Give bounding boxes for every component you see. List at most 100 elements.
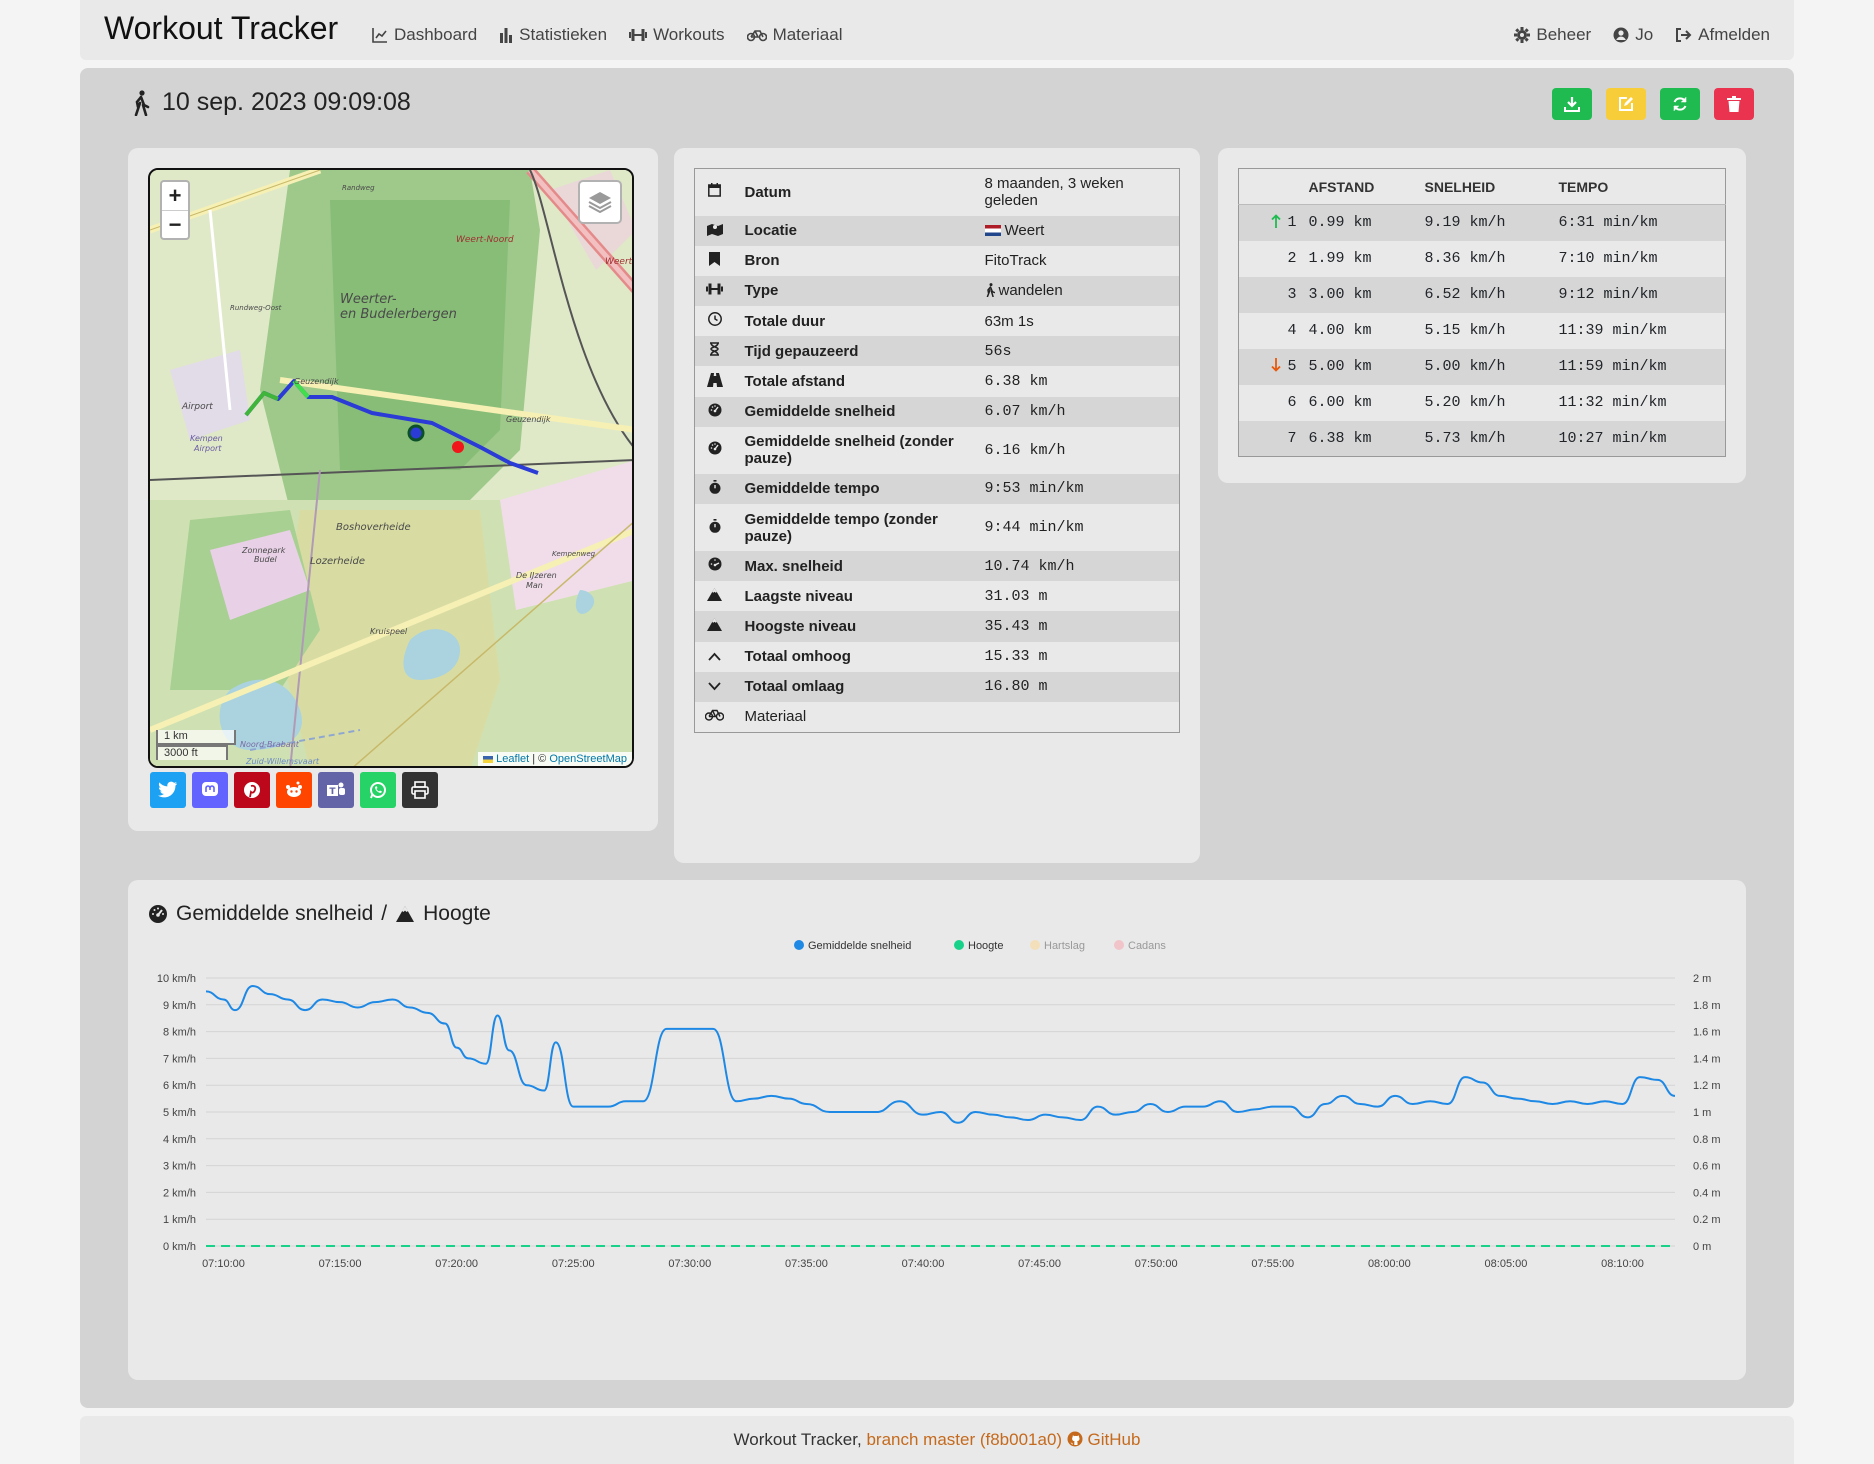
legend-marker <box>1114 940 1124 950</box>
lap-dist: 5.00 km <box>1308 358 1372 375</box>
detail-label: Materiaal <box>744 708 807 726</box>
netherlands-flag-icon <box>984 225 1001 237</box>
lap-tempo: 11:32 min/km <box>1558 394 1667 411</box>
nav-beheer[interactable]: Beheer <box>1514 25 1591 45</box>
osm-link[interactable]: OpenStreetMap <box>549 753 627 765</box>
detail-icon-cell <box>695 306 735 336</box>
x-tick-label: 07:20:00 <box>435 1258 478 1270</box>
detail-value-text: 16.80 m <box>984 678 1048 696</box>
detail-value-text: 6.07 km/h <box>984 403 1066 421</box>
download-button[interactable] <box>1552 88 1592 120</box>
footer-github-link[interactable]: GitHub <box>1067 1430 1140 1449</box>
detail-row: Locatie Weert <box>694 215 1180 246</box>
detail-label: Bron <box>744 252 780 270</box>
refresh-icon <box>1672 96 1688 112</box>
share-pinterest-button[interactable] <box>234 772 270 808</box>
detail-value <box>975 702 1180 732</box>
leaflet-link[interactable]: Leaflet <box>496 753 529 765</box>
y-right-tick-label: 1.4 m <box>1693 1053 1721 1065</box>
map-label: Kruispeel <box>370 627 408 636</box>
nav-statistieken[interactable]: Statistieken <box>499 25 607 45</box>
laps-header-row: AFSTAND SNELHEID TEMPO <box>1238 168 1726 205</box>
detail-icon-cell <box>695 504 735 551</box>
zoom-in-button[interactable]: + <box>162 182 188 210</box>
lap-dist: 6.38 km <box>1308 429 1372 447</box>
speed-height-chart[interactable]: 0 km/h 1 km/h 2 km/h 3 km/h 4 km/h 5 km/h 6 km… <box>128 880 1746 1380</box>
zoom-out-button[interactable]: − <box>162 210 188 238</box>
clock-icon <box>707 312 722 327</box>
lap-dist: 0.99 km <box>1308 214 1372 232</box>
y-left-tick-label: 1 km/h <box>163 1214 196 1226</box>
footer-branch-link[interactable]: branch master (f8b001a0) <box>866 1430 1062 1449</box>
x-tick-label: 07:45:00 <box>1018 1258 1061 1270</box>
detail-value-text: Weert <box>1004 222 1045 240</box>
map-label: De IJzeren <box>516 571 557 580</box>
map-label: Boshoverheide <box>336 522 411 533</box>
nav-afmelden[interactable]: Afmelden <box>1675 25 1770 45</box>
walking-icon <box>132 89 150 116</box>
road-icon <box>706 372 723 387</box>
x-tick-label: 08:10:00 <box>1601 1258 1644 1270</box>
map-label: en Budelerbergen <box>340 307 457 322</box>
route-map[interactable]: Weerter- en Budelerbergen Weert-Noord We… <box>148 168 634 768</box>
detail-row: Datum 8 maanden, 3 weken geleden <box>695 169 1180 216</box>
nav-workouts[interactable]: Workouts <box>629 25 725 45</box>
share-twitter-button[interactable] <box>150 772 186 808</box>
legend-label: Cadans <box>1128 940 1166 952</box>
nav-user[interactable]: Jo <box>1613 25 1653 45</box>
detail-value-text: 9:44 min/km <box>984 519 1084 536</box>
detail-value: 63m 1s <box>975 306 1180 336</box>
detail-value: wandelen <box>975 276 1180 306</box>
laps-table: AFSTAND SNELHEID TEMPO 1 0.99 km 9.19 km/h… <box>1238 168 1726 457</box>
map-label: Rundweg-Oost <box>230 304 282 312</box>
y-left-tick-label: 9 km/h <box>163 1000 196 1012</box>
legend-label: Gemiddelde snelheid <box>808 940 911 952</box>
gauge-icon <box>708 403 722 417</box>
map-label: Airport <box>181 402 213 412</box>
legend-marker <box>1030 940 1040 950</box>
detail-icon-cell <box>695 702 735 732</box>
arrow-up-icon <box>1271 214 1282 229</box>
lap-row: 1 0.99 km 9.19 km/h 6:31 min/km <box>1238 204 1726 241</box>
detail-value-text: 10.74 km/h <box>984 557 1075 575</box>
detail-row: Max. snelheid 10.74 km/h <box>694 551 1180 582</box>
nav-materiaal[interactable]: Materiaal <box>746 25 842 45</box>
detail-value: 6.38 km <box>975 366 1180 396</box>
workout-title-row: 10 sep. 2023 09:09:08 <box>132 88 411 117</box>
y-left-tick-label: 2 km/h <box>163 1187 196 1199</box>
share-buttons: T <box>150 772 438 808</box>
share-mastodon-button[interactable] <box>192 772 228 808</box>
workout-panel: 10 sep. 2023 09:09:08 Weerter- en Budele… <box>80 68 1794 1408</box>
lap-number-cell: 2 <box>1239 241 1309 277</box>
map-tiles: Weerter- en Budelerbergen Weert-Noord We… <box>150 170 632 766</box>
x-tick-label: 07:25:00 <box>552 1258 595 1270</box>
detail-value-text: 6.38 km <box>984 373 1048 391</box>
share-whatsapp-button[interactable] <box>360 772 396 808</box>
lap-row: 3 3.00 km 6.52 km/h 9:12 min/km <box>1238 276 1726 313</box>
layers-button[interactable] <box>578 180 622 224</box>
detail-value: 6.16 km/h <box>975 427 1180 474</box>
delete-button[interactable] <box>1714 88 1754 120</box>
laps-card: AFSTAND SNELHEID TEMPO 1 0.99 km 9.19 km/h… <box>1218 148 1746 483</box>
brand-title[interactable]: Workout Tracker <box>104 10 338 47</box>
refresh-button[interactable] <box>1660 88 1700 120</box>
legend-label: Hartslag <box>1044 940 1085 952</box>
y-left-tick-label: 4 km/h <box>163 1134 196 1146</box>
x-tick-label: 08:05:00 <box>1485 1258 1528 1270</box>
chevron-down-icon <box>708 682 721 691</box>
pinterest-icon <box>243 781 261 799</box>
print-button[interactable] <box>402 772 438 808</box>
lap-number: 6 <box>1287 394 1297 411</box>
ukraine-flag-icon <box>483 755 494 763</box>
map-label: Kempen <box>190 434 223 443</box>
download-icon <box>1564 96 1580 112</box>
detail-label: Max. snelheid <box>744 557 843 575</box>
user-circle-icon <box>1613 27 1629 43</box>
lap-tempo: 11:39 min/km <box>1558 322 1667 339</box>
share-reddit-button[interactable] <box>276 772 312 808</box>
share-teams-button[interactable]: T <box>318 772 354 808</box>
detail-value-text: wandelen <box>998 282 1063 300</box>
nav-dashboard[interactable]: Dashboard <box>372 25 477 45</box>
edit-button[interactable] <box>1606 88 1646 120</box>
y-right-tick-label: 1.8 m <box>1693 1000 1721 1012</box>
